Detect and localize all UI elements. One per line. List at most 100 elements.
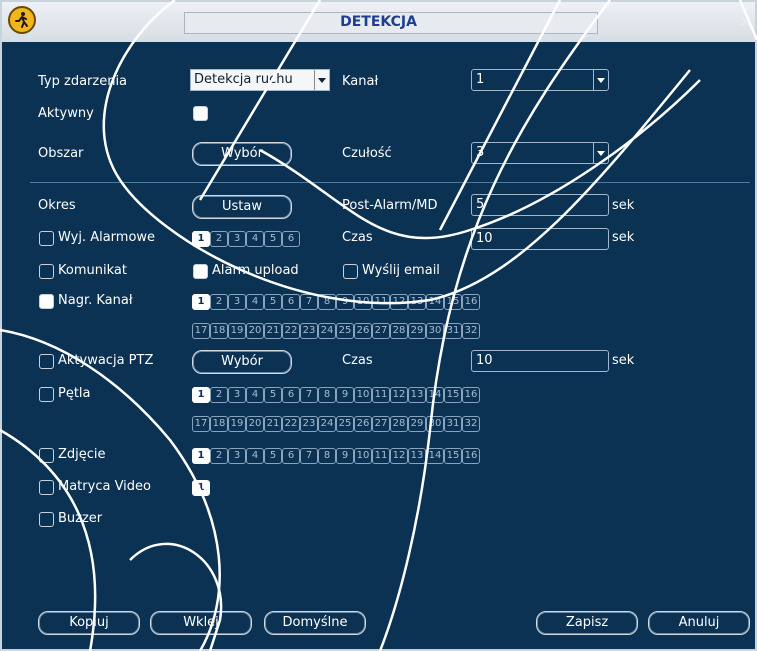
channel-box[interactable]: 20 — [246, 323, 264, 339]
channel-box[interactable]: 9 — [336, 387, 354, 403]
cancel-button[interactable]: Anuluj — [648, 611, 750, 635]
channel-box[interactable]: 11 — [372, 448, 390, 464]
ptz-activation-checkbox[interactable] — [39, 354, 54, 369]
channel-box[interactable]: 18 — [210, 416, 228, 432]
channel-box[interactable]: 12 — [390, 387, 408, 403]
channel-box[interactable]: 5 — [264, 231, 282, 247]
channel-box[interactable]: 7 — [300, 448, 318, 464]
channel-box[interactable]: 29 — [408, 416, 426, 432]
area-select-button[interactable]: Wybór — [192, 142, 292, 166]
channel-box[interactable]: 6 — [282, 448, 300, 464]
channel-box[interactable]: 28 — [390, 323, 408, 339]
channel-box[interactable]: 4 — [246, 387, 264, 403]
channel-box[interactable]: 17 — [192, 323, 210, 339]
channel-box[interactable]: 29 — [408, 323, 426, 339]
channel-box[interactable]: 21 — [264, 416, 282, 432]
channel-box[interactable]: 23 — [300, 323, 318, 339]
channel-box[interactable]: 23 — [300, 416, 318, 432]
channel-box[interactable]: 14 — [426, 448, 444, 464]
channel-box[interactable]: 1 — [192, 448, 210, 464]
channel-box[interactable]: 22 — [282, 323, 300, 339]
default-button[interactable]: Domyślne — [264, 611, 366, 635]
channel-box[interactable]: 8 — [318, 448, 336, 464]
channel-box[interactable]: 12 — [390, 294, 408, 310]
channel-box[interactable]: 2 — [210, 448, 228, 464]
channel-box[interactable]: 6 — [282, 387, 300, 403]
channel-box[interactable]: 21 — [264, 323, 282, 339]
channel-box[interactable]: 3 — [228, 231, 246, 247]
send-email-checkbox[interactable] — [343, 264, 358, 279]
paste-button[interactable]: Wklej — [150, 611, 252, 635]
channel-box[interactable]: 15 — [444, 387, 462, 403]
channel-box[interactable]: 25 — [336, 416, 354, 432]
channel-box[interactable]: 16 — [462, 448, 480, 464]
channel-box[interactable]: 24 — [318, 323, 336, 339]
channel-box[interactable]: 8 — [318, 387, 336, 403]
channel-box[interactable]: 1 — [192, 387, 210, 403]
channel-box[interactable]: 32 — [462, 323, 480, 339]
close-icon[interactable]: ✕ — [738, 12, 753, 33]
channel-box[interactable]: 5 — [264, 294, 282, 310]
channel-box[interactable]: 30 — [426, 323, 444, 339]
alarm-upload-checkbox[interactable] — [193, 264, 208, 279]
channel-box[interactable]: 14 — [426, 294, 444, 310]
channel-box[interactable]: 16 — [462, 387, 480, 403]
channel-box[interactable]: 10 — [354, 387, 372, 403]
channel-box[interactable]: 27 — [372, 323, 390, 339]
channel-box[interactable]: 7 — [300, 294, 318, 310]
save-button[interactable]: Zapisz — [536, 611, 638, 635]
channel-box[interactable]: 11 — [372, 387, 390, 403]
sensitivity-select[interactable]: 3 — [471, 142, 609, 164]
channel-box[interactable]: 6 — [282, 231, 300, 247]
video-matrix-checkbox[interactable] — [39, 480, 54, 495]
channel-box[interactable]: 13 — [408, 448, 426, 464]
channel-box[interactable]: 11 — [372, 294, 390, 310]
enable-checkbox[interactable] — [193, 106, 208, 121]
channel-box[interactable]: 18 — [210, 323, 228, 339]
channel-box[interactable]: 15 — [444, 448, 462, 464]
snapshot-checkbox[interactable] — [39, 448, 54, 463]
ptz-duration-input[interactable]: 10 — [471, 350, 609, 372]
channel-box[interactable]: 15 — [444, 294, 462, 310]
channel-box[interactable]: 32 — [462, 416, 480, 432]
channel-box[interactable]: 26 — [354, 416, 372, 432]
channel-box[interactable]: 13 — [408, 387, 426, 403]
channel-box[interactable]: 30 — [426, 416, 444, 432]
channel-box[interactable]: 4 — [246, 448, 264, 464]
channel-box[interactable]: 22 — [282, 416, 300, 432]
channel-box[interactable]: 3 — [228, 387, 246, 403]
channel-box[interactable]: 13 — [408, 294, 426, 310]
channel-box[interactable]: 8 — [318, 294, 336, 310]
channel-box[interactable]: 10 — [354, 448, 372, 464]
period-set-button[interactable]: Ustaw — [192, 195, 292, 219]
event-type-select[interactable]: Detekcja ruchu — [190, 69, 330, 91]
channel-box[interactable]: 9 — [336, 448, 354, 464]
channel-box[interactable]: 26 — [354, 323, 372, 339]
buzzer-checkbox[interactable] — [39, 512, 54, 527]
record-channel-checkbox[interactable] — [39, 294, 54, 309]
channel-box[interactable]: 12 — [390, 448, 408, 464]
channel-box[interactable]: 2 — [210, 294, 228, 310]
channel-box[interactable]: 4 — [246, 294, 264, 310]
channel-box[interactable]: 2 — [210, 387, 228, 403]
channel-box[interactable]: 31 — [444, 323, 462, 339]
channel-box[interactable]: 31 — [444, 416, 462, 432]
channel-box[interactable]: 3 — [228, 294, 246, 310]
channel-box[interactable]: 1 — [192, 480, 210, 496]
channel-box[interactable]: 9 — [336, 294, 354, 310]
ptz-select-button[interactable]: Wybór — [192, 350, 292, 374]
tour-checkbox[interactable] — [39, 387, 54, 402]
post-alarm-input[interactable]: 5 — [471, 194, 609, 216]
channel-box[interactable]: 19 — [228, 416, 246, 432]
message-checkbox[interactable] — [39, 264, 54, 279]
channel-box[interactable]: 5 — [264, 448, 282, 464]
channel-box[interactable]: 25 — [336, 323, 354, 339]
channel-box[interactable]: 16 — [462, 294, 480, 310]
channel-box[interactable]: 1 — [192, 294, 210, 310]
alarm-duration-input[interactable]: 10 — [471, 228, 609, 250]
channel-box[interactable]: 19 — [228, 323, 246, 339]
channel-box[interactable]: 20 — [246, 416, 264, 432]
channel-box[interactable]: 14 — [426, 387, 444, 403]
copy-button[interactable]: Kopiuj — [38, 611, 140, 635]
channel-box[interactable]: 7 — [300, 387, 318, 403]
